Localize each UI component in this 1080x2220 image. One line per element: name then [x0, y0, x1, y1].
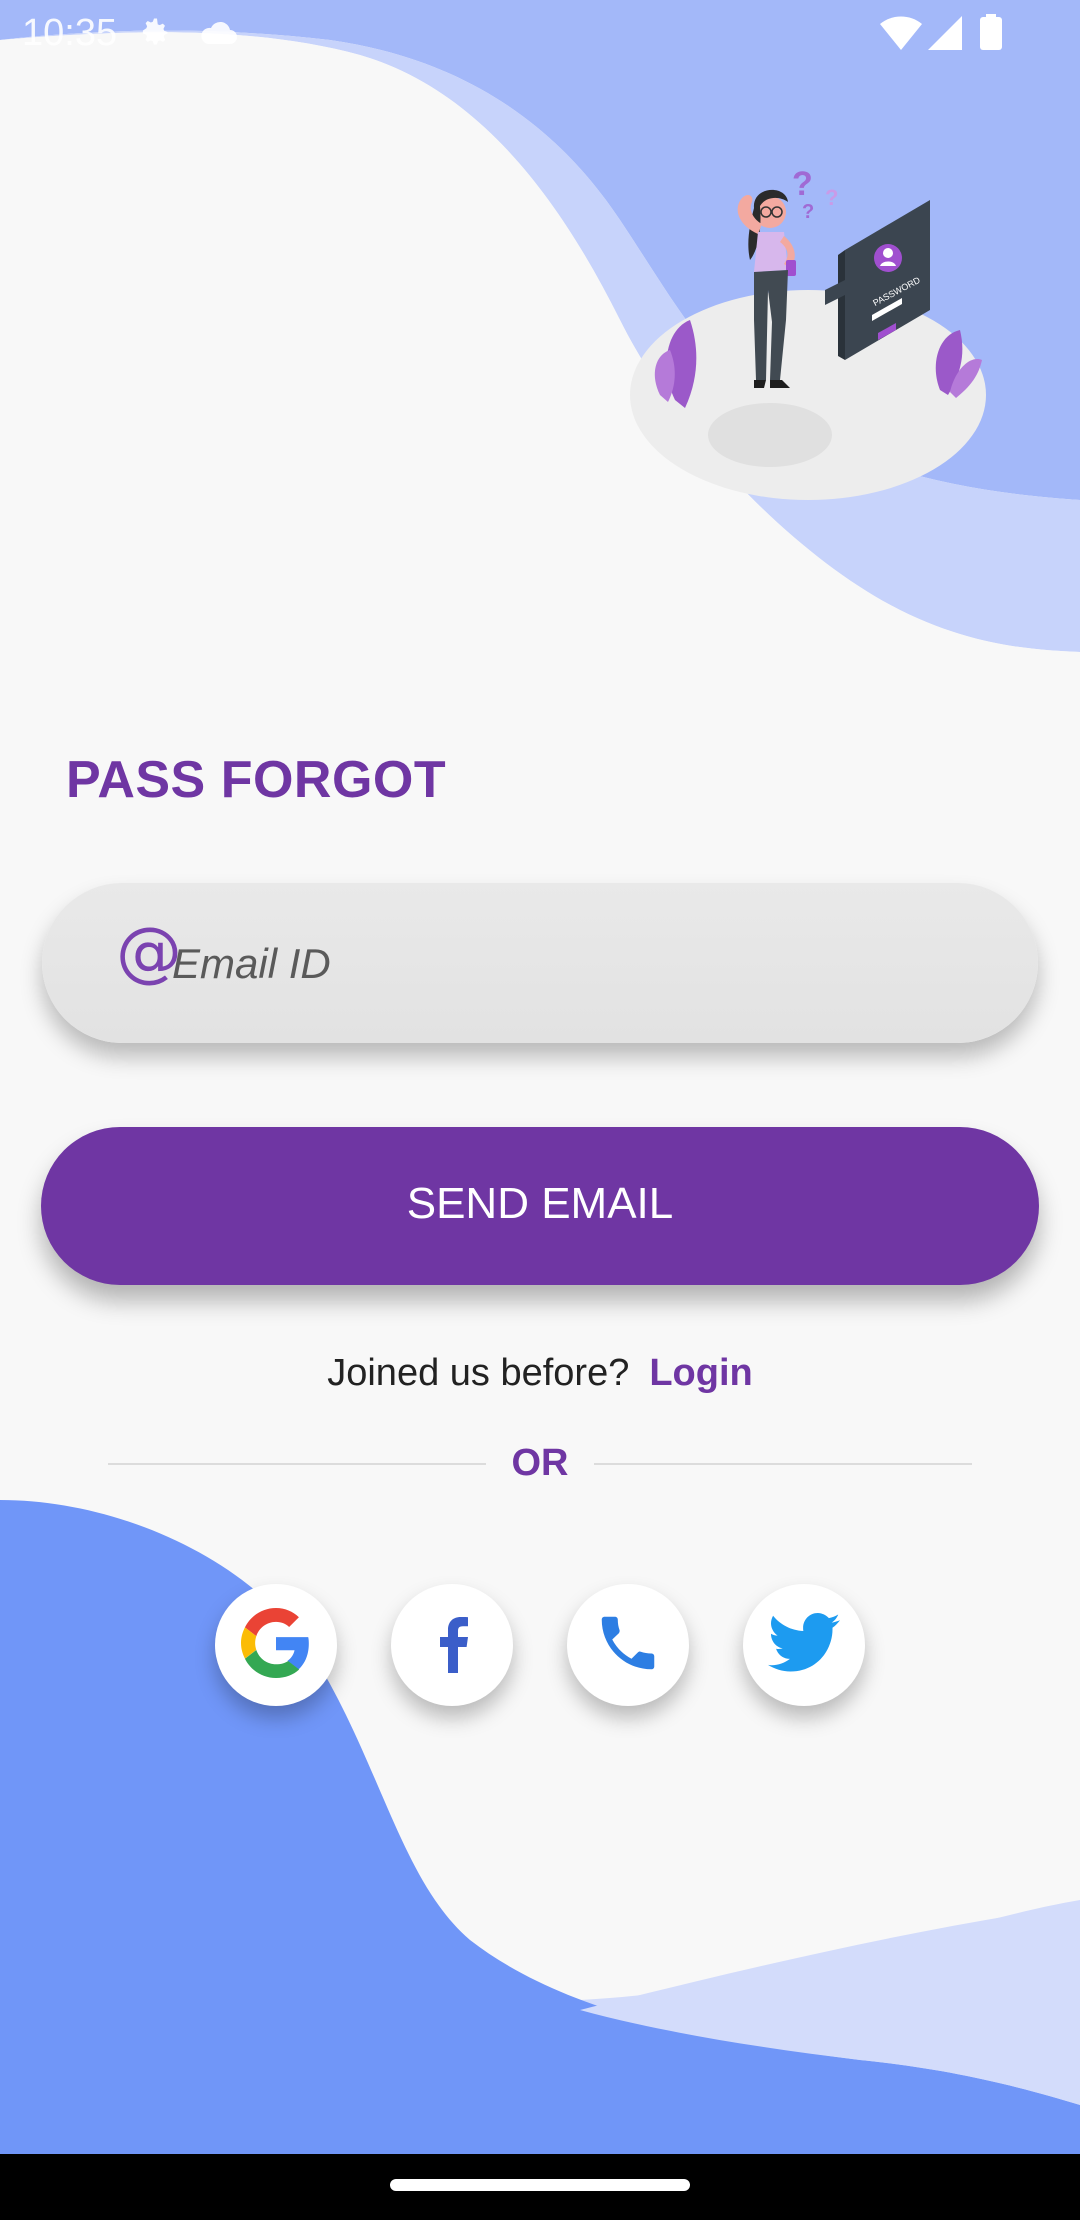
wifi-icon [880, 16, 922, 55]
send-email-button[interactable]: SEND EMAIL [41, 1127, 1039, 1285]
login-link[interactable]: Login [649, 1352, 752, 1394]
google-button[interactable] [215, 1584, 337, 1706]
navigation-bar [0, 2154, 1080, 2220]
svg-text:?: ? [792, 165, 813, 203]
google-icon [241, 1607, 311, 1683]
battery-icon [980, 14, 1002, 55]
email-field[interactable]: @ [42, 883, 1038, 1043]
joined-row: Joined us before? Login [0, 1352, 1080, 1395]
page-title: PASS FORGOT [66, 751, 447, 809]
facebook-button[interactable] [391, 1584, 513, 1706]
phone-button[interactable] [567, 1584, 689, 1706]
signal-icon [928, 16, 962, 55]
forgot-password-illustration: PASSWORD ? ? ? [630, 165, 986, 500]
svg-text:?: ? [802, 201, 814, 223]
facebook-icon [430, 1613, 474, 1678]
send-email-label: SEND EMAIL [406, 1179, 674, 1228]
phone-icon [593, 1608, 663, 1683]
twitter-button[interactable] [743, 1584, 865, 1706]
twitter-icon [768, 1612, 840, 1678]
status-time: 10:35 [22, 12, 118, 54]
divider-line-right [594, 1463, 972, 1465]
joined-text: Joined us before? [327, 1352, 630, 1394]
settings-icon [136, 14, 172, 55]
cloud-icon [198, 18, 238, 53]
status-bar: 10:35 [0, 0, 1080, 64]
home-indicator[interactable] [390, 2179, 690, 2191]
svg-text:?: ? [825, 185, 838, 210]
email-input[interactable] [170, 923, 994, 1005]
